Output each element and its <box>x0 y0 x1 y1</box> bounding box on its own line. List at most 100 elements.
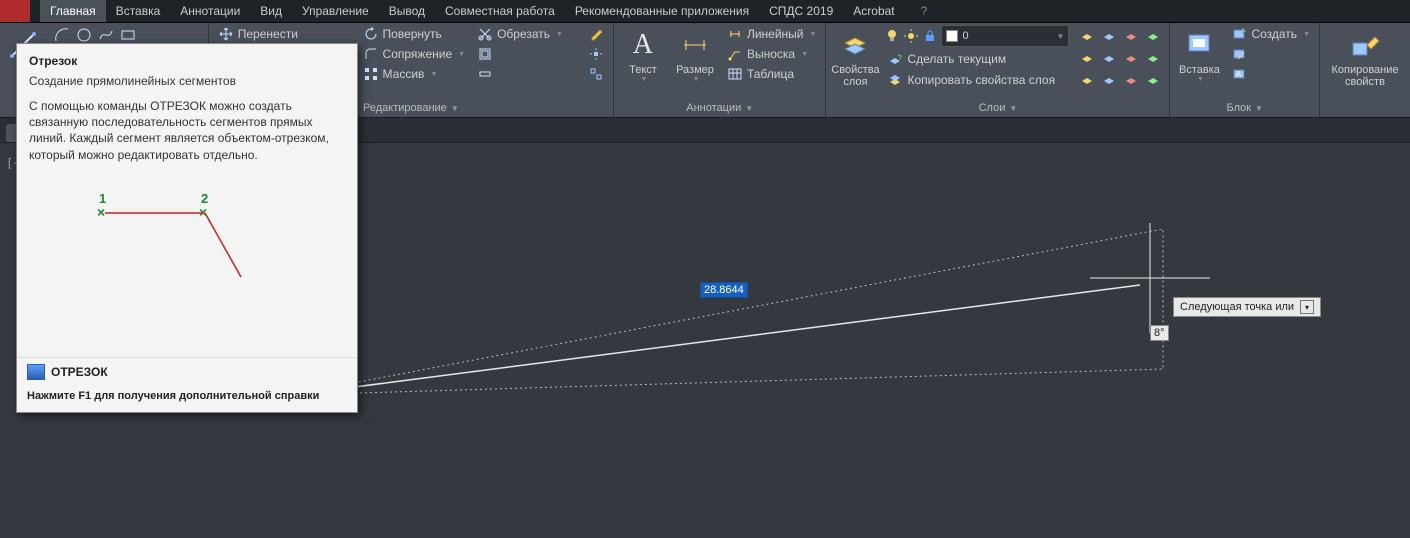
tab-acrobat[interactable]: Acrobat <box>843 0 904 22</box>
layer-tool-11[interactable] <box>1121 69 1141 89</box>
distance-input[interactable]: 28.8644 <box>700 282 748 298</box>
panel-block: Вставка ▼ Создать▼ A Блок▼ <box>1170 23 1320 117</box>
tab-home[interactable]: Главная <box>40 0 106 22</box>
spline-icon[interactable] <box>96 25 116 45</box>
dimension-button[interactable]: Размер ▼ <box>672 25 718 83</box>
svg-text:A: A <box>1236 70 1242 79</box>
copy-layer-props-icon <box>887 72 903 88</box>
panel-title-annotate[interactable]: Аннотации▼ <box>620 100 819 117</box>
layer-tool-12[interactable] <box>1143 69 1163 89</box>
drawing-canvas[interactable]: [ – ] 28.8644 8° Следующая точка или ▾ О… <box>0 143 1410 538</box>
arc-icon[interactable] <box>52 25 72 45</box>
svg-text:×: × <box>199 204 207 220</box>
help-icon[interactable]: ? <box>915 4 934 18</box>
tooltip-short: Создание прямолинейных сегментов <box>29 74 345 88</box>
block-edit-button[interactable] <box>1228 45 1313 63</box>
tab-output[interactable]: Вывод <box>379 0 435 22</box>
block-attr-button[interactable]: A <box>1228 65 1313 83</box>
create-icon <box>1231 26 1247 42</box>
match-props-button[interactable]: Копирование свойств <box>1326 25 1404 88</box>
make-current-icon <box>887 51 903 67</box>
tooltip-title: Отрезок <box>29 54 77 68</box>
panel-properties: Копирование свойств <box>1320 23 1410 117</box>
layer-props-icon <box>839 29 871 61</box>
app-logo-icon <box>0 0 30 22</box>
menu-tabbar: Главная Вставка Аннотации Вид Управление… <box>0 0 1410 23</box>
layer-tool-10[interactable] <box>1099 69 1119 89</box>
join-icon <box>588 66 604 82</box>
panel-layers: Свойства слоя 0 ▼ Сделать текущим <box>826 23 1170 117</box>
chevron-down-icon: ▼ <box>458 51 465 58</box>
bulb-icon[interactable] <box>884 28 900 44</box>
chevron-down-icon: ▼ <box>641 76 648 83</box>
prompt-dropdown-icon[interactable]: ▾ <box>1300 300 1314 314</box>
fillet-icon <box>363 46 379 62</box>
insert-icon <box>1183 29 1215 61</box>
panel-annotate: A Текст ▼ Размер ▼ Линейный▼ Выноска▼ <box>614 23 826 117</box>
chevron-down-icon: ▼ <box>430 71 437 78</box>
layer-tool-4[interactable] <box>1143 25 1163 45</box>
tab-spds[interactable]: СПДС 2019 <box>759 0 843 22</box>
layer-tool-5[interactable] <box>1077 47 1097 67</box>
tab-collab[interactable]: Совместная работа <box>435 0 565 22</box>
layer-dropdown[interactable]: 0 ▼ <box>941 25 1069 47</box>
lock-icon[interactable] <box>922 28 938 44</box>
text-icon: A <box>627 29 659 61</box>
copy-layer-props-button[interactable]: Копировать свойства слоя <box>884 71 1069 89</box>
layer-tool-6[interactable] <box>1099 47 1119 67</box>
erase-icon <box>588 26 604 42</box>
join-button[interactable] <box>585 65 607 83</box>
dynamic-prompt[interactable]: Следующая точка или ▾ <box>1173 297 1321 317</box>
insert-button[interactable]: Вставка ▼ <box>1176 25 1222 83</box>
chevron-down-icon: ▼ <box>556 31 563 38</box>
layer-tool-9[interactable] <box>1077 69 1097 89</box>
extra1-button[interactable] <box>474 45 566 63</box>
command-tooltip: Отрезок Создание прямолинейных сегментов… <box>16 43 358 413</box>
text-button[interactable]: A Текст ▼ <box>620 25 666 83</box>
layer-tool-7[interactable] <box>1121 47 1141 67</box>
table-button[interactable]: Таблица <box>724 65 819 83</box>
layer-tool-8[interactable] <box>1143 47 1163 67</box>
rotate-button[interactable]: Повернуть <box>360 25 469 43</box>
move-button[interactable]: Перенести <box>215 25 354 43</box>
make-current-button[interactable]: Сделать текущим <box>884 50 1069 68</box>
offset-icon <box>477 46 493 62</box>
array-icon <box>363 66 379 82</box>
sun-icon[interactable] <box>903 28 919 44</box>
create-block-button[interactable]: Создать▼ <box>1228 25 1313 43</box>
layer-tool-2[interactable] <box>1099 25 1119 45</box>
explode-button[interactable] <box>585 45 607 63</box>
command-icon <box>27 364 45 380</box>
angle-readout: 8° <box>1150 325 1169 341</box>
tab-annotations[interactable]: Аннотации <box>170 0 250 22</box>
tooltip-f1: Нажмите F1 для получения дополнительной … <box>17 386 357 412</box>
array-button[interactable]: Массив ▼ <box>360 65 469 83</box>
panel-title-block[interactable]: Блок▼ <box>1176 100 1313 117</box>
block-attr-icon: A <box>1231 66 1247 82</box>
tab-featured[interactable]: Рекомендованные приложения <box>565 0 759 22</box>
layer-tool-1[interactable] <box>1077 25 1097 45</box>
tooltip-long: С помощью команды ОТРЕЗОК можно создать … <box>29 98 345 163</box>
dimension-icon <box>679 29 711 61</box>
leader-button[interactable]: Выноска▼ <box>724 45 819 63</box>
linear-icon <box>727 26 743 42</box>
trim-button[interactable]: Обрезать ▼ <box>474 25 566 43</box>
erase-button[interactable] <box>585 25 607 43</box>
fillet-button[interactable]: Сопряжение ▼ <box>360 45 469 63</box>
layer-tool-3[interactable] <box>1121 25 1141 45</box>
extra2-button[interactable] <box>474 65 566 83</box>
linear-button[interactable]: Линейный▼ <box>724 25 819 43</box>
circle-icon[interactable] <box>74 25 94 45</box>
tab-manage[interactable]: Управление <box>292 0 379 22</box>
tooltip-diagram: 1 2 × × <box>29 167 345 347</box>
layer-props-button[interactable]: Свойства слоя <box>832 25 878 88</box>
trim-icon <box>477 26 493 42</box>
rect-icon[interactable] <box>118 25 138 45</box>
leader-icon <box>727 46 743 62</box>
panel-title-layers[interactable]: Слои▼ <box>832 100 1163 117</box>
stretch-icon <box>477 66 493 82</box>
tab-insert[interactable]: Вставка <box>106 0 171 22</box>
tooltip-command-row: ОТРЕЗОК <box>17 357 357 386</box>
svg-text:×: × <box>97 204 105 220</box>
tab-view[interactable]: Вид <box>250 0 292 22</box>
